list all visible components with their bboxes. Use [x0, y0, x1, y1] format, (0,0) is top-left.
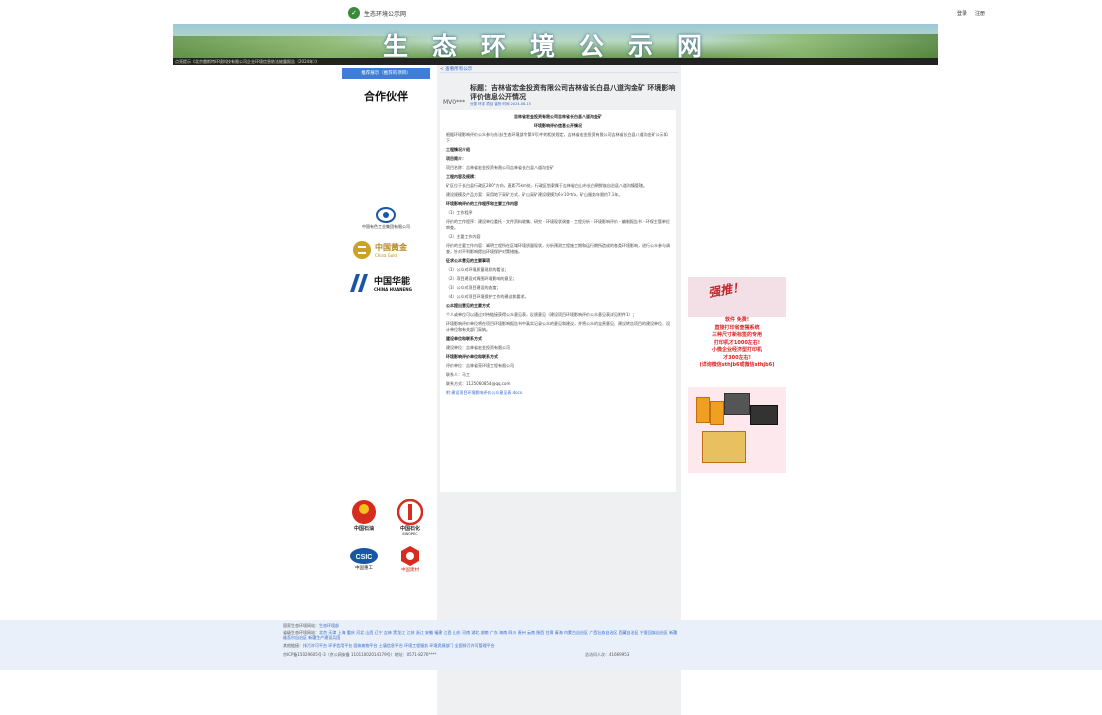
leaf-icon: ✓	[348, 7, 360, 19]
article-meta[interactable]: 分类 环评 项目 省份 时间 2024-08-15	[470, 102, 531, 107]
article-paragraph: 根据环境影响评价公众参与办法(生态环境部令第4号)中的相关规定，吉林省宏金投资有…	[446, 132, 668, 143]
partner-name: 中国有色工业集团有限公司	[362, 224, 410, 229]
partner-sub: CHINA HUANENG	[374, 287, 412, 292]
cnbm-logo-icon	[401, 546, 419, 566]
article-paragraph: 评价的工作程序：建设单位委托 - 文件资料收集、研究 - 环境现状调查 - 工程…	[446, 219, 670, 230]
partner-logo-nonferrous[interactable]: 中国有色工业集团有限公司	[350, 207, 422, 230]
article-paragraph: （2）主要工作内容	[446, 234, 481, 239]
ad-line: 小微企业经济型打印机	[711, 347, 762, 353]
footer-icp: 京ICP备15029605号-3（京公网安备 11011002014179号）地…	[283, 652, 437, 657]
article-paragraph: 环境影响评价单位将在项目环境影响报告书中真实记录公众的意见和建议，并将公众的宝贵…	[446, 321, 670, 332]
ad-line: 三种尺寸新标签的专用	[711, 332, 762, 338]
partner-sub: China Gold	[375, 253, 397, 258]
csic-logo-icon: CSIC	[350, 548, 378, 564]
footer-row-other: 其他链接：排污许可平台 环评信用平台 固体废物平台 土壤信息平台 环境工程服务 …	[283, 643, 495, 648]
attachment-link[interactable]: 附:建设项目环境影响评价公众意见表.docx	[446, 390, 670, 396]
banner-title: 生态环境公示网	[383, 32, 727, 58]
recommend-tab[interactable]: 推荐展示（推荐的项目）	[342, 68, 430, 79]
ad-header: 强推！	[688, 277, 786, 317]
advertisement[interactable]: 强推！ 软件 免费! 直接打印省查摆系统 三种尺寸新标签的专用 打印机才1000左右!…	[688, 277, 786, 473]
partner-logo-cnbm[interactable]: 中国建材	[394, 545, 426, 573]
article-paragraph: 评价的主要工作内容：阐明工程所在区域环境质量现状，分析预测工程施工期和运行期所造…	[446, 243, 670, 254]
article-paragraph: 联系人：马工	[446, 372, 470, 377]
article-paragraph: 矿区位于长白县行政区280°方向，直距75km处，行政区划隶属于吉林省白山市长白…	[446, 183, 647, 188]
partner-name: 中国石化	[399, 526, 420, 532]
news-ticker[interactable]: 点亮提示《北京雷斯特环境科技有限公司企业环境信息依法披露报告（2024年）》	[173, 58, 938, 65]
svg-text:CSIC: CSIC	[356, 554, 373, 561]
ad-burst: 强推！	[707, 279, 746, 301]
article-paragraph: 工程情况介绍	[446, 147, 470, 152]
article-paragraph: （1）工作程序	[446, 210, 473, 215]
partner-logo-huaneng[interactable]: 中国华能 CHINA HUANENG	[348, 271, 428, 295]
left-sidebar	[335, 65, 437, 620]
partner-logo-petrochina[interactable]: 中国石油	[346, 499, 382, 532]
article-paragraph: 环境影响评价的工作程序和主要工作内容	[446, 201, 518, 206]
login-link[interactable]: 登录	[957, 10, 967, 17]
ad-line: 软件 免费!	[724, 317, 750, 323]
partner-name: 中国建材	[401, 568, 419, 573]
footer-row-provincial: 省级生态环境网站：北京 天津 上海 重庆 河北 山西 辽宁 吉林 黑龙江 江苏 …	[283, 630, 678, 640]
petrochina-logo-icon	[352, 500, 376, 524]
ad-text: 软件 免费! 直接打印省查摆系统 三种尺寸新标签的专用 打印机才1000左右! 小微企业…	[688, 317, 786, 370]
footer-link[interactable]: 生态环境部	[319, 623, 339, 628]
ad-line: 才300左右!	[723, 354, 751, 361]
divider	[440, 72, 678, 73]
huaneng-logo-icon	[350, 274, 368, 292]
partner-name: 中国黄金	[375, 243, 407, 252]
printer-image	[688, 387, 786, 473]
china-nonferrous-logo-icon	[376, 207, 396, 223]
ad-line: (详询微信sthjb6或微信sthjb6)	[699, 362, 775, 368]
partner-sub: SINOPEC	[402, 532, 418, 536]
footer-row-national: 国家生态环境网站：生态环境部	[283, 623, 339, 628]
sinopec-logo-icon	[397, 499, 423, 525]
article-paragraph: 建设单位：吉林省宏金投资有限公司	[446, 345, 510, 350]
article-title: 标题：吉林省宏金投资有限公司吉林省长白县八道沟金矿 环境影响评价信息公开情况	[470, 84, 676, 101]
article-paragraph: 项目名称：吉林省宏金投资有限公司吉林省长白县八道沟金矿	[446, 165, 554, 170]
article-paragraph: 项目简介：	[446, 156, 466, 161]
article-body: 吉林省宏金投资有限公司吉林省长白县八道沟金矿 环境影响评价信息公开情况根据环境影响…	[440, 110, 676, 492]
article-paragraph: （3）公众对项目建设的态度；	[446, 285, 501, 290]
article-paragraph: （4）公众对项目环境保护工作的建议和要求。	[446, 294, 529, 299]
partner-name: 中国石油	[353, 526, 374, 532]
ticker-text[interactable]: 点亮提示《北京雷斯特环境科技有限公司企业环境信息依法披露报告（2024年）》	[175, 59, 319, 65]
footer-stats: 总访问人次：41669953	[585, 652, 630, 657]
footer-link[interactable]: 北京 天津 上海 重庆 河北 山西 辽宁 吉林 黑龙江 江苏 浙江 安徽 福建 …	[283, 630, 677, 640]
article-paragraph: 建设单位和联系方式	[446, 336, 482, 341]
top-bar	[0, 0, 1102, 24]
partner-name: 中国重工	[355, 566, 373, 571]
partner-logo-csic[interactable]: CSIC 中国重工	[346, 547, 382, 571]
register-link[interactable]: 注册	[975, 10, 985, 17]
article-paragraph: 工程内容及规模：	[446, 174, 478, 179]
ad-line: 直接打印省查摆系统	[714, 324, 760, 331]
partner-logo-china-gold[interactable]: 中国黄金 China Gold	[352, 237, 422, 263]
china-gold-logo-icon	[353, 241, 371, 259]
ad-line: 打印机才1000左右!	[713, 339, 761, 346]
partners-title: 合作伙伴	[364, 90, 408, 103]
article-paragraph: 吉林省宏金投资有限公司吉林省长白县八道沟金矿	[514, 114, 602, 119]
article-paragraph: 联系方式：1125060854@qq.com	[446, 381, 511, 386]
article-paragraph: （2）项目建设对周围环境影响的意见；	[446, 276, 517, 281]
footer: 国家生态环境网站：生态环境部 省级生态环境网站：北京 天津 上海 重庆 河北 山…	[0, 620, 1102, 670]
article-paragraph: 环境影响评价单位和联系方式	[446, 354, 498, 359]
article-paragraph: 个人或单位可以通过对待链接获得公众意见表，反馈意见（建设项目环境影响评价公众意见…	[446, 312, 637, 317]
article-paragraph: （1）公众对环境质量现状的看法；	[446, 267, 509, 272]
partner-logo-sinopec[interactable]: 中国石化 SINOPEC	[392, 499, 428, 536]
avatar-text: MV0***	[443, 99, 466, 106]
site-logo[interactable]: ✓ 生态环境公示网	[348, 6, 406, 20]
site-name: 生态环境公示网	[364, 10, 407, 18]
article-paragraph: 建设规模及产品方案：采用地下采矿方式，矿山采矿建设规模为6×10⁴t/a，矿山服…	[446, 192, 623, 197]
footer-link[interactable]: 排污许可平台 环评信用平台 固体废物平台 土壤信息平台 环境工程服务 环境资源部…	[303, 643, 495, 648]
partner-name: 中国华能	[374, 277, 411, 287]
article-paragraph: 评价单位：吉林省亮环境工程有限公司	[446, 363, 514, 368]
article-paragraph: 征求公众意见的主要事项	[446, 258, 490, 263]
article-paragraph: 公众提出意见的主要方式	[446, 303, 490, 308]
banner: 生态环境公示网	[173, 24, 938, 58]
article-paragraph: 环境影响评价信息公开情况	[534, 123, 582, 128]
